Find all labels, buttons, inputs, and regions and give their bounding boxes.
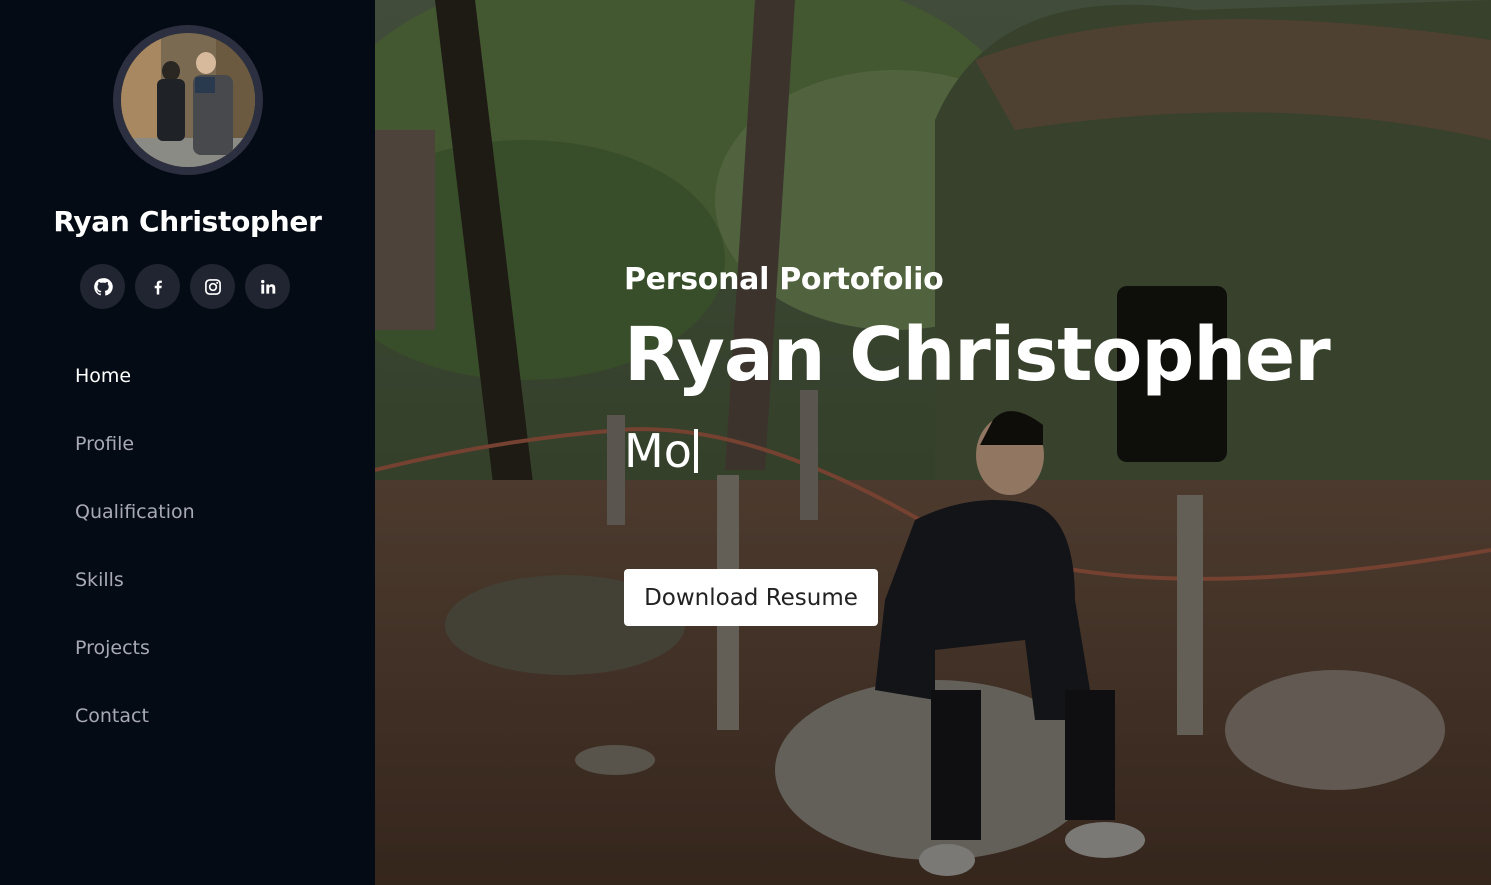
nav-item-profile[interactable]: Profile (75, 429, 195, 497)
nav-item-contact[interactable]: Contact (75, 701, 195, 769)
nav-item-home[interactable]: Home (75, 361, 195, 429)
hero-overlay (375, 0, 1491, 885)
profile-avatar (113, 25, 263, 175)
hero-name: Ryan Christopher (624, 312, 1331, 398)
hero-section: Personal Portofolio Ryan Christopher Mo … (375, 0, 1491, 885)
main-nav: Home Profile Qualification Skills Projec… (75, 361, 195, 769)
typed-role-text: Mo (624, 424, 698, 478)
nav-item-qualification[interactable]: Qualification (75, 497, 195, 565)
instagram-link[interactable] (190, 264, 235, 309)
linkedin-icon (260, 279, 275, 294)
linkedin-link[interactable] (245, 264, 290, 309)
facebook-link[interactable] (135, 264, 180, 309)
sidebar-name: Ryan Christopher (53, 205, 322, 238)
instagram-icon (204, 278, 221, 295)
download-resume-button[interactable]: Download Resume (624, 569, 878, 626)
nav-item-skills[interactable]: Skills (75, 565, 195, 633)
avatar-photo (121, 33, 255, 167)
sidebar: Ryan Christopher Home Profile Qualificat… (0, 0, 375, 885)
typed-text: Mo (624, 424, 692, 478)
social-links (80, 264, 290, 309)
facebook-icon (154, 280, 162, 294)
github-icon (93, 277, 113, 296)
nav-item-projects[interactable]: Projects (75, 633, 195, 701)
hero-subtitle: Personal Portofolio (624, 262, 944, 297)
github-link[interactable] (80, 264, 125, 309)
typing-cursor (693, 429, 698, 473)
